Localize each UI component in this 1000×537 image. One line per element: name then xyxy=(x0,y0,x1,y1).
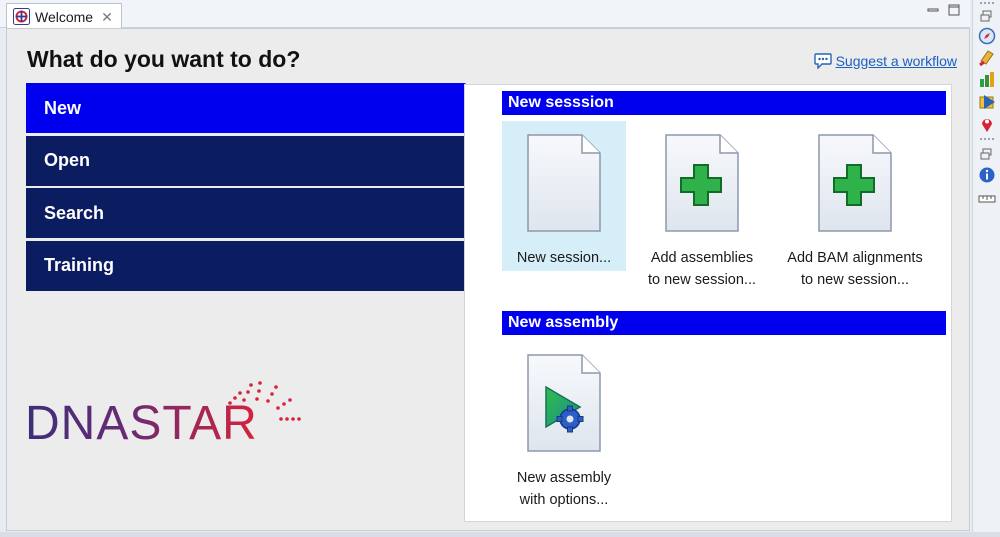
tile-label: Add BAM alignments to new session... xyxy=(787,247,922,291)
restore-icon[interactable] xyxy=(978,7,996,25)
paint-icon[interactable] xyxy=(978,49,996,67)
ruler-icon[interactable] xyxy=(978,190,996,208)
tile-label-line: to new session... xyxy=(648,272,756,288)
section-new-session-header: New sesssion xyxy=(502,91,946,115)
nav-item-search[interactable]: Search xyxy=(26,188,465,238)
tile-label-line: with options... xyxy=(519,492,609,508)
status-strip xyxy=(0,532,1000,537)
nav-item-label: Training xyxy=(44,255,115,275)
document-plus-icon xyxy=(665,134,739,232)
suggest-workflow-link[interactable]: Suggest a workflow xyxy=(836,53,957,69)
page-title: What do you want to do? xyxy=(27,46,301,72)
blank-document-icon xyxy=(527,134,601,232)
toolbar-grip xyxy=(980,138,994,140)
dnastar-logo: DNASTAR xyxy=(25,381,301,450)
tile-label: New session... xyxy=(516,250,612,266)
folder-tag-icon[interactable] xyxy=(978,93,996,111)
speech-bubble-icon xyxy=(813,53,832,69)
content-area: New sesssion New session... Add assembli… xyxy=(464,84,952,522)
action-nav: New Open Search Training xyxy=(26,83,489,293)
welcome-panel: What do you want to do? Suggest a workfl… xyxy=(6,28,970,531)
editor-tabstrip: Welcome ✕ xyxy=(0,0,970,29)
document-plus-icon xyxy=(818,134,892,232)
suggest-workflow[interactable]: Suggest a workflow xyxy=(813,53,957,69)
add-bam-alignments-tile[interactable]: Add BAM alignments to new session... xyxy=(785,121,925,291)
maximize-icon[interactable] xyxy=(948,4,960,16)
nav-item-label: Open xyxy=(44,150,91,170)
tab-welcome[interactable]: Welcome ✕ xyxy=(6,3,122,29)
tab-label: Welcome xyxy=(35,8,94,25)
logo-text: DNASTAR xyxy=(25,397,258,450)
new-session-tile[interactable]: New session... xyxy=(502,121,626,271)
document-play-gear-icon xyxy=(527,354,601,452)
minimize-icon[interactable] xyxy=(927,4,939,16)
chart-icon[interactable] xyxy=(978,71,996,89)
info-icon[interactable] xyxy=(978,166,996,184)
restore-icon[interactable] xyxy=(978,145,996,163)
right-toolbar xyxy=(972,0,1000,537)
tile-label-line: to new session... xyxy=(801,272,909,288)
compass-icon[interactable] xyxy=(978,27,996,45)
nav-item-label: Search xyxy=(44,202,105,223)
close-icon[interactable]: ✕ xyxy=(101,10,113,24)
tile-label: New assembly with options... xyxy=(517,467,611,511)
nav-item-new[interactable]: New xyxy=(26,83,489,133)
nav-item-open[interactable]: Open xyxy=(26,135,465,186)
map-pin-icon[interactable] xyxy=(978,115,996,133)
tile-label-line: Add assemblies xyxy=(650,250,754,266)
tile-label: Add assemblies to new session... xyxy=(648,247,756,291)
nav-item-label: New xyxy=(44,97,82,118)
tile-label-line: Add BAM alignments xyxy=(787,250,923,266)
section-new-assembly-header: New assembly xyxy=(502,311,946,335)
welcome-icon xyxy=(13,8,30,25)
tile-label-line: New assembly xyxy=(516,470,612,486)
toolbar-grip xyxy=(980,2,994,4)
new-assembly-tile[interactable]: New assembly with options... xyxy=(502,341,626,513)
nav-item-training[interactable]: Training xyxy=(26,240,465,291)
add-assemblies-tile[interactable]: Add assemblies to new session... xyxy=(640,121,764,291)
window-controls xyxy=(927,4,960,16)
